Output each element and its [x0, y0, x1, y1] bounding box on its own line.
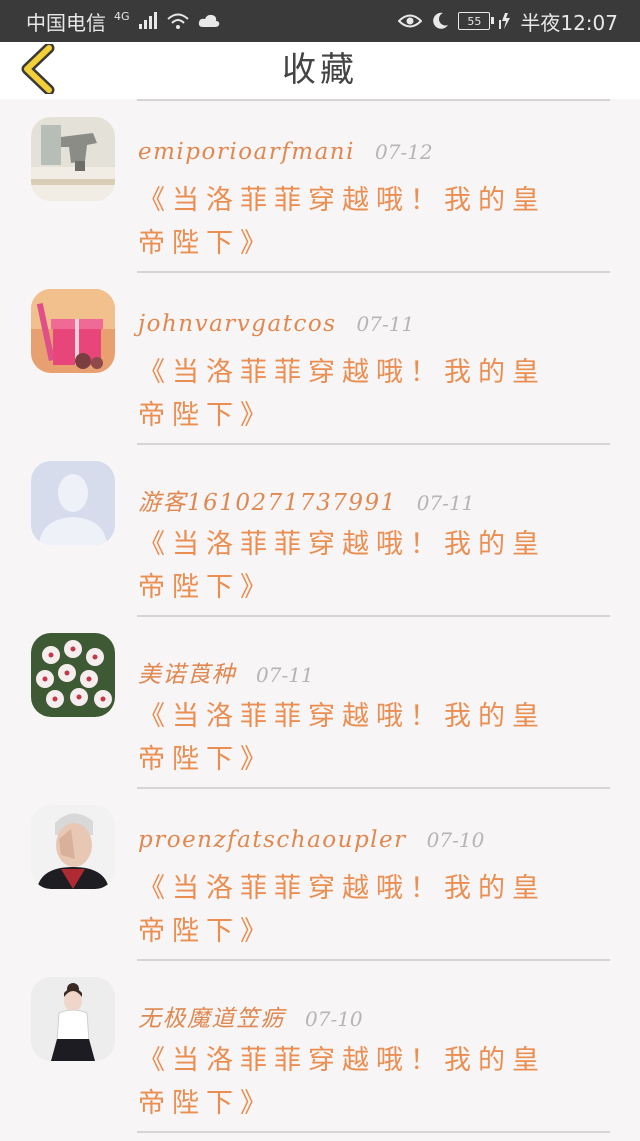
user-name: emiporioarfmani	[138, 139, 355, 165]
item-date: 07-12	[374, 140, 433, 164]
item-message: 《当洛菲菲穿越哦！我的皇帝陛下》	[138, 185, 546, 259]
divider	[137, 959, 610, 961]
user-name: 无极魔道笠疬	[138, 1006, 285, 1032]
list-item[interactable]: 无极魔道笠疬 07-10 《当洛菲菲穿越哦！我的皇帝陛下》	[0, 959, 640, 1131]
moon-icon	[430, 11, 450, 31]
user-name: proenzfatschaoupler	[138, 827, 407, 853]
item-message: 《当洛菲菲穿越哦！我的皇帝陛下》	[138, 529, 546, 603]
divider	[137, 615, 610, 617]
man-portrait-avatar[interactable]	[31, 805, 115, 889]
user-name: 游客1610271737991	[138, 490, 397, 516]
divider	[137, 443, 610, 445]
girl-portrait-avatar[interactable]	[31, 977, 115, 1061]
list-item[interactable]: johnvarvgatcos 07-11 《当洛菲菲穿越哦！我的皇帝陛下》	[0, 271, 640, 443]
divider	[137, 1131, 610, 1133]
item-meta: emiporioarfmani 07-12	[138, 139, 433, 165]
item-date: 07-10	[426, 828, 485, 852]
user-name: johnvarvgatcos	[138, 311, 337, 337]
network-label: 4G	[114, 9, 130, 23]
divider	[137, 271, 610, 273]
divider	[137, 99, 610, 101]
signal-icon	[138, 12, 158, 30]
list-item[interactable]: emiporioarfmani 07-12 《当洛菲菲穿越哦！我的皇帝陛下》	[0, 99, 640, 271]
list-item[interactable]: proenzfatschaoupler 07-10 《当洛菲菲穿越哦！我的皇帝陛…	[0, 787, 640, 959]
favorites-list: emiporioarfmani 07-12 《当洛菲菲穿越哦！我的皇帝陛下》 j…	[0, 99, 640, 1141]
charging-signal-icon	[498, 12, 512, 30]
item-message: 《当洛菲菲穿越哦！我的皇帝陛下》	[138, 357, 546, 431]
status-bar: 中国电信 4G 55 半夜12:07	[0, 0, 640, 42]
eye-icon	[398, 13, 423, 29]
item-message: 《当洛菲菲穿越哦！我的皇帝陛下》	[138, 1045, 546, 1119]
item-date: 07-11	[256, 663, 314, 687]
item-message: 《当洛菲菲穿越哦！我的皇帝陛下》	[138, 701, 546, 775]
list-item[interactable]: 美诺莨种 07-11 《当洛菲菲穿越哦！我的皇帝陛下》	[0, 615, 640, 787]
cloud-icon	[198, 13, 220, 29]
list-item[interactable]: 游客1610271737991 07-11 《当洛菲菲穿越哦！我的皇帝陛下》	[0, 443, 640, 615]
wifi-icon	[166, 12, 190, 30]
gift-box-avatar[interactable]	[31, 289, 115, 373]
battery-icon: 55	[458, 12, 495, 30]
item-meta: proenzfatschaoupler 07-10	[138, 827, 484, 853]
battery-level: 55	[467, 14, 482, 28]
list-end	[0, 1131, 640, 1141]
item-meta: 美诺莨种 07-11	[138, 655, 314, 689]
item-date: 07-11	[416, 491, 475, 515]
clock: 半夜12:07	[520, 10, 618, 35]
page-title: 收藏	[282, 50, 358, 90]
default-user-avatar[interactable]	[31, 461, 115, 545]
item-meta: 游客1610271737991 07-11	[138, 483, 474, 517]
item-date: 07-10	[305, 1007, 363, 1031]
sewing-machine-avatar[interactable]	[31, 117, 115, 201]
divider	[137, 787, 610, 789]
item-message: 《当洛菲菲穿越哦！我的皇帝陛下》	[138, 873, 546, 947]
item-meta: johnvarvgatcos 07-11	[138, 311, 414, 337]
header-bar: 收藏	[0, 42, 640, 99]
carrier-label: 中国电信	[26, 10, 106, 35]
user-name: 美诺莨种	[138, 662, 236, 688]
item-date: 07-11	[356, 312, 415, 336]
flowers-avatar[interactable]	[31, 633, 115, 717]
item-meta: 无极魔道笠疬 07-10	[138, 999, 363, 1033]
